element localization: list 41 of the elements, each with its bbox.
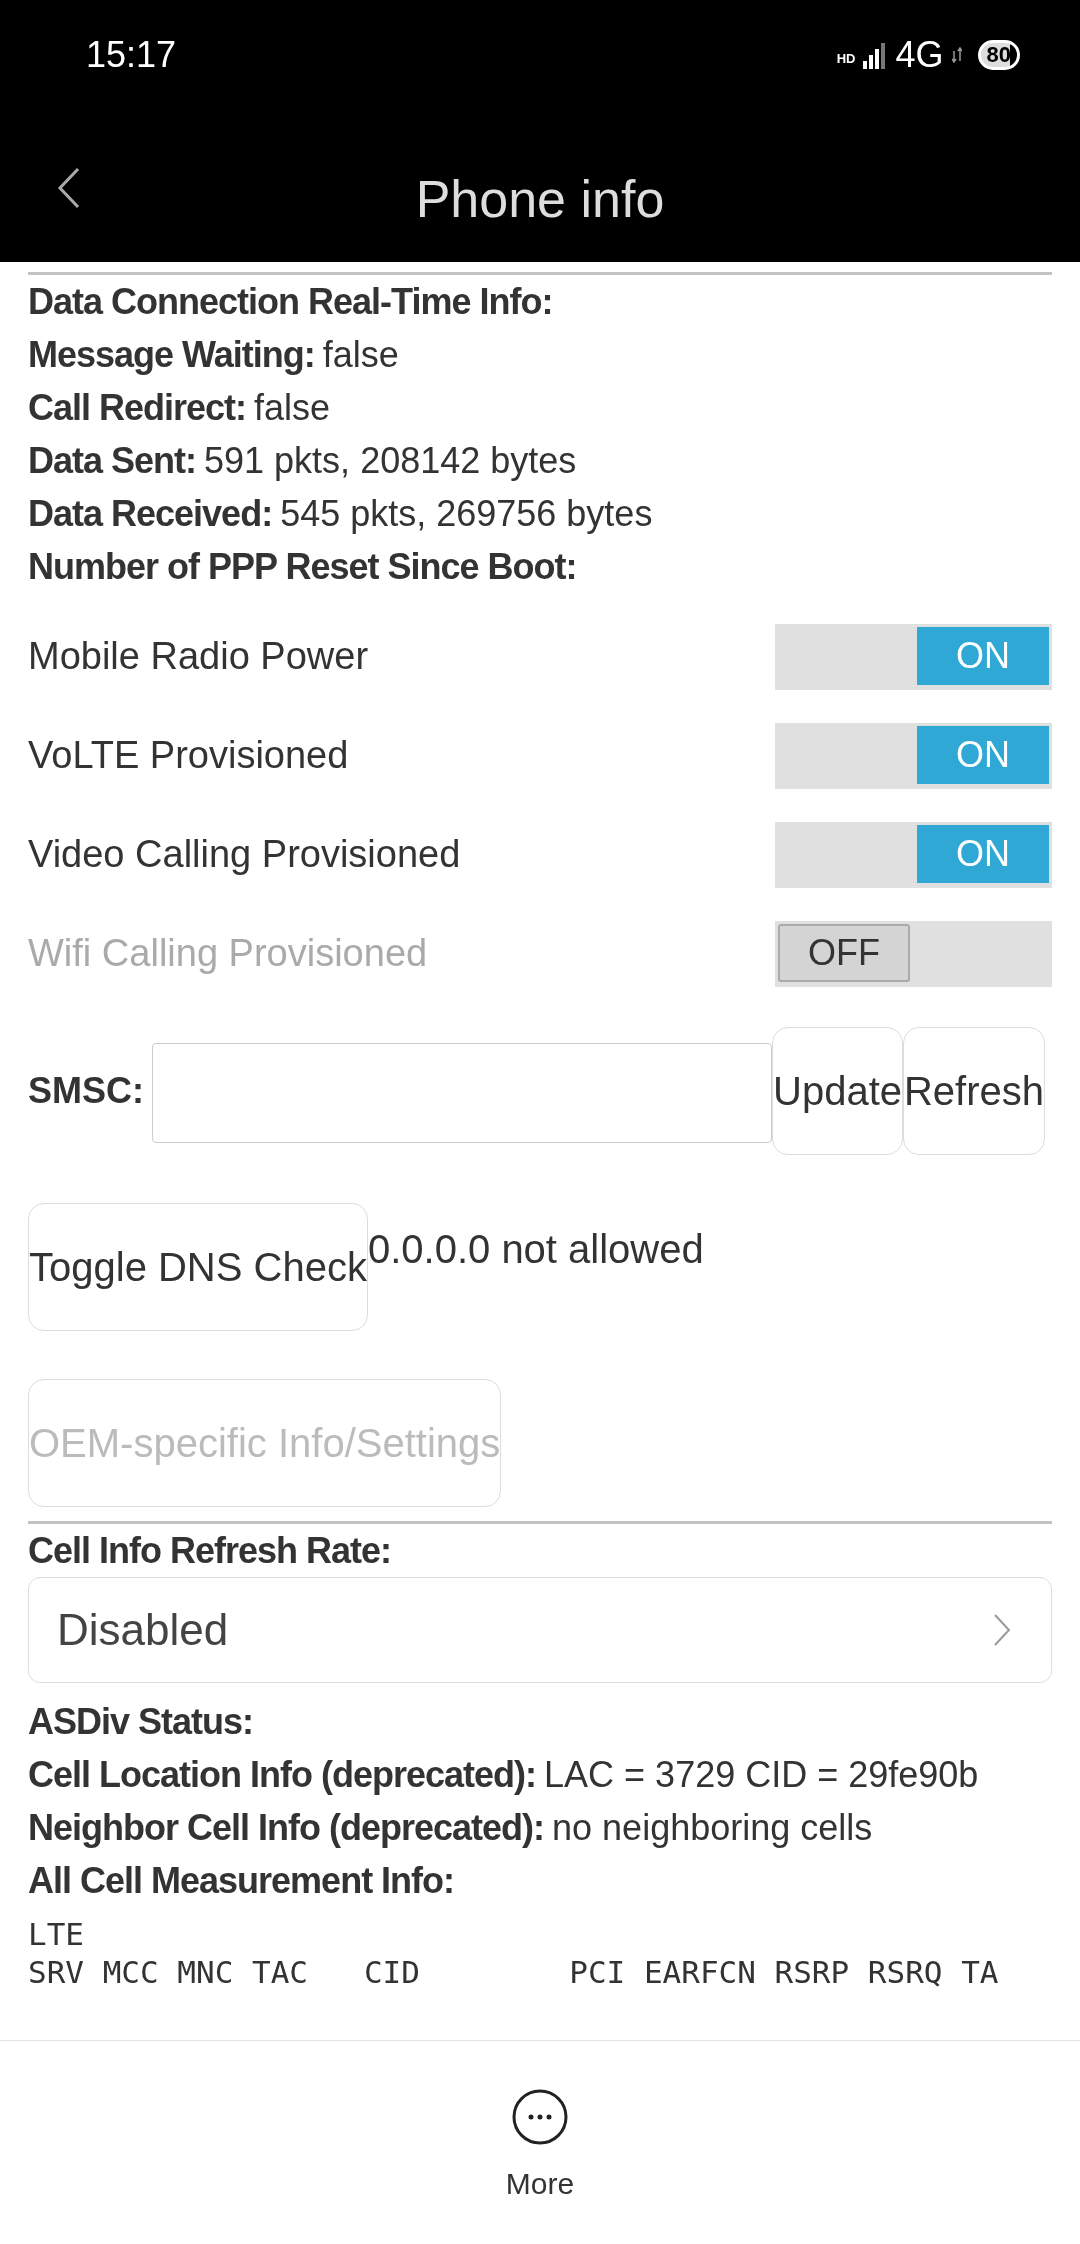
measurement-line: LTE [28,1915,85,1953]
info-value: LAC = 3729 CID = 29fe90b [544,1753,979,1797]
dns-check-button[interactable]: Toggle DNS Check [28,1203,368,1331]
page-title: Phone info [415,169,665,230]
info-label: Data Connection Real-Time Info: [28,280,553,324]
signal-icon [863,41,888,69]
info-value: 545 pkts, 269756 bytes [280,492,653,536]
hd-label: HD [836,52,856,65]
setting-label: Wifi Calling Provisioned [28,931,428,976]
info-value: false [254,386,331,430]
info-label: Data Sent: [28,439,197,483]
info-label: Cell Location Info (deprecated): [28,1753,537,1797]
battery-indicator: 80 [977,39,1020,71]
more-button[interactable]: More [505,2089,575,2206]
smsc-field[interactable] [152,1043,772,1143]
more-icon [512,2089,568,2145]
smsc-button[interactable]: Refresh [903,1027,1046,1155]
info-label: Neighbor Cell Info (deprecated): [28,1806,545,1850]
setting-label: VoLTE Provisioned [28,733,349,778]
setting-label: Mobile Radio Power [28,634,369,679]
measurement-line: SRV MCC MNC TAC CID PCI EARFCN RSRP RSRQ TA [28,1953,1000,1991]
info-value: 591 pkts, 208142 bytes [204,439,577,483]
refresh-rate-dropdown[interactable]: Disabled [28,1577,1052,1683]
chevron-icon [993,1613,1011,1647]
clock-time: 15:17 [86,33,177,77]
smsc-label: SMSC: [28,1069,144,1113]
info-value: false [322,333,399,377]
network-label: 4G [895,33,944,77]
info-label: Data Received: [28,492,273,536]
info-label: Message Waiting: [28,333,315,377]
data-arrows-icon [951,47,962,63]
setting-label: Video Calling Provisioned [28,832,461,877]
dns-status: 0.0.0.0 not allowed [367,1226,704,1273]
info-label: Cell Info Refresh Rate: [28,1530,392,1571]
info-value: no neighboring cells [552,1806,873,1850]
back-icon[interactable] [56,165,82,211]
info-label: All Cell Measurement Info: [28,1859,455,1903]
smsc-button[interactable]: Update [772,1027,903,1155]
info-label: Number of PPP Reset Since Boot: [28,545,577,589]
info-label: ASDiv Status: [28,1700,254,1744]
info-label: Call Redirect: [28,386,247,430]
